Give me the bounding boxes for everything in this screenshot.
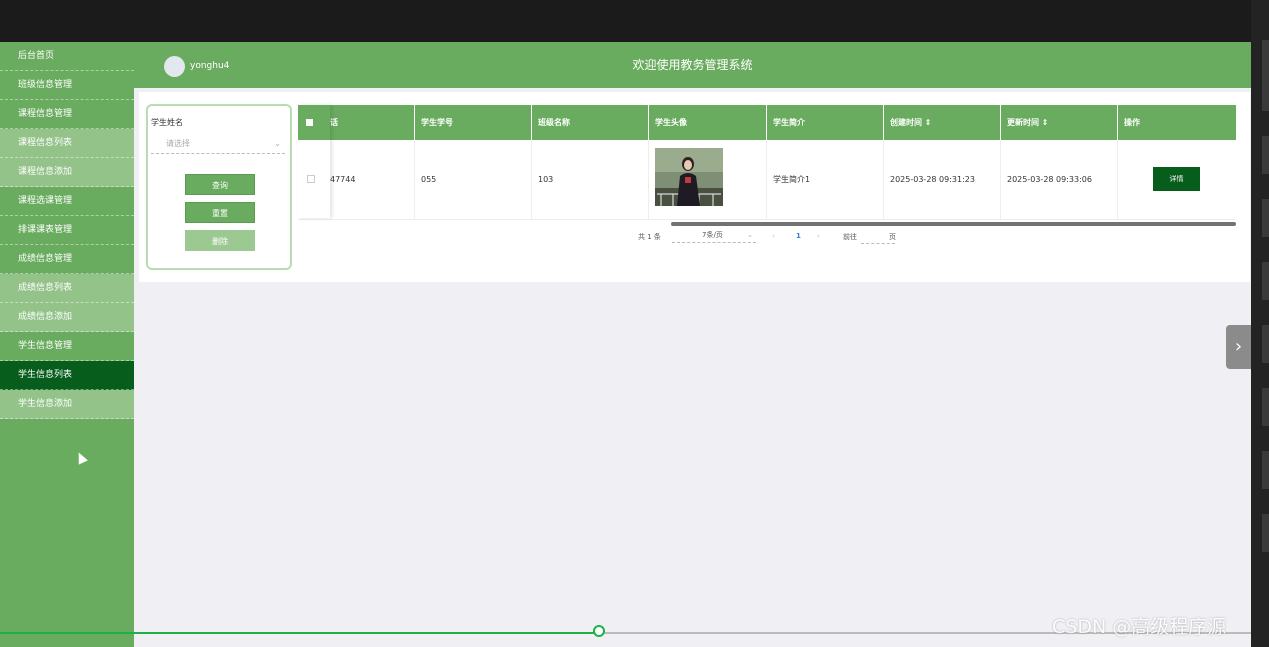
sidebar-item-student-list[interactable]: 学生信息列表: [0, 361, 134, 390]
student-photo-image: [655, 148, 723, 206]
sidebar-item-schedule[interactable]: 排课课表管理: [0, 216, 134, 245]
column-header-intro: 学生简介: [767, 105, 884, 140]
delete-button[interactable]: 删除: [185, 230, 255, 251]
sidebar-item-grade-management[interactable]: 成绩信息管理: [0, 245, 134, 274]
pagination: 共 1 条 7条/页 ⌄ ‹ 1 › 前往 页: [298, 228, 1236, 248]
search-panel: 学生姓名 请选择 ⌄ 查询 重置 删除: [146, 104, 292, 270]
pagination-total: 共 1 条: [638, 233, 661, 241]
horizontal-scrollbar[interactable]: [671, 222, 1236, 226]
cell-intro: 学生简介1: [767, 140, 884, 219]
column-header-action: 操作: [1124, 118, 1140, 127]
sidebar-item-course-list[interactable]: 课程信息列表: [0, 129, 134, 158]
column-header-created[interactable]: 创建时间 ⇕: [884, 105, 1001, 140]
select-all-checkbox[interactable]: [306, 119, 313, 126]
chevron-right-icon: ›: [1234, 336, 1243, 357]
cell-phone: 47744: [324, 140, 415, 219]
page-title: 欢迎使用教务管理系统: [632, 58, 753, 72]
cell-class-name: 103: [532, 140, 649, 219]
next-page-icon[interactable]: ›: [817, 232, 820, 240]
checkbox-header-cell: [298, 105, 330, 140]
column-header-updated[interactable]: 更新时间 ⇕: [1001, 105, 1118, 140]
watermark: CSDN @高级程序源: [1052, 616, 1227, 638]
sidebar-item-grade-list[interactable]: 成绩信息列表: [0, 274, 134, 303]
chevron-down-icon: ⌄: [747, 231, 753, 239]
sidebar: 后台首页 班级信息管理 课程信息管理 课程信息列表 课程信息添加 课程选课管理 …: [0, 42, 134, 647]
table-header: 话 学生学号 班级名称 学生头像 学生简介 创建时间 ⇕ 更新时间 ⇕ 操作: [298, 105, 1236, 140]
content-panel: 学生姓名 请选择 ⌄ 查询 重置 删除 话 学生学号 班级名称 学生头像 学生简…: [139, 92, 1250, 282]
video-progress-played[interactable]: [0, 632, 600, 634]
sidebar-item-home[interactable]: 后台首页: [0, 42, 134, 71]
chevron-down-icon: ⌄: [274, 139, 281, 148]
sidebar-item-student-management[interactable]: 学生信息管理: [0, 332, 134, 361]
current-page[interactable]: 1: [796, 232, 801, 240]
query-button[interactable]: 查询: [185, 174, 255, 195]
cell-created: 2025-03-28 09:31:23: [884, 140, 1001, 219]
select-placeholder: 请选择: [166, 139, 190, 148]
sidebar-item-course-management[interactable]: 课程信息管理: [0, 100, 134, 129]
student-photo[interactable]: [655, 148, 723, 206]
sidebar-item-course-add[interactable]: 课程信息添加: [0, 158, 134, 187]
window-top-bar: [0, 0, 1269, 42]
reset-button[interactable]: 重置: [185, 202, 255, 223]
video-progress-handle[interactable]: [593, 625, 605, 637]
right-panel-strip: [1251, 0, 1269, 647]
prev-page-icon[interactable]: ‹: [772, 232, 775, 240]
column-header-phone: 话: [324, 105, 415, 140]
app-header: yonghu4 欢迎使用教务管理系统: [134, 42, 1251, 88]
fixed-checkbox-column: [298, 105, 330, 218]
sidebar-item-grade-add[interactable]: 成绩信息添加: [0, 303, 134, 332]
goto-label: 前往: [843, 233, 857, 241]
page-suffix: 页: [889, 233, 896, 241]
cell-avatar: [649, 140, 767, 219]
sidebar-item-student-add[interactable]: 学生信息添加: [0, 390, 134, 419]
cell-action: 详情: [1118, 140, 1236, 219]
column-header-student-no: 学生学号: [415, 105, 532, 140]
table-row: 47744 055 103 学生简介1 2025-03-28 09:31:23 …: [298, 140, 1236, 220]
detail-button[interactable]: 详情: [1153, 167, 1200, 191]
page-size-select[interactable]: 7条/页 ⌄: [672, 228, 756, 243]
row-checkbox[interactable]: [307, 175, 315, 183]
sidebar-item-class-management[interactable]: 班级信息管理: [0, 71, 134, 100]
cell-student-no: 055: [415, 140, 532, 219]
page-size-value: 7条/页: [702, 231, 723, 239]
main-area: yonghu4 欢迎使用教务管理系统 学生姓名 请选择 ⌄ 查询 重置 删除 话…: [134, 42, 1251, 647]
cell-updated: 2025-03-28 09:33:06: [1001, 140, 1118, 219]
student-name-label: 学生姓名: [151, 118, 183, 127]
sidebar-item-course-selection[interactable]: 课程选课管理: [0, 187, 134, 216]
column-header-avatar: 学生头像: [649, 105, 767, 140]
student-name-select[interactable]: 请选择 ⌄: [151, 134, 285, 154]
column-header-class-name: 班级名称: [532, 105, 649, 140]
next-slide-button[interactable]: ›: [1226, 325, 1251, 369]
